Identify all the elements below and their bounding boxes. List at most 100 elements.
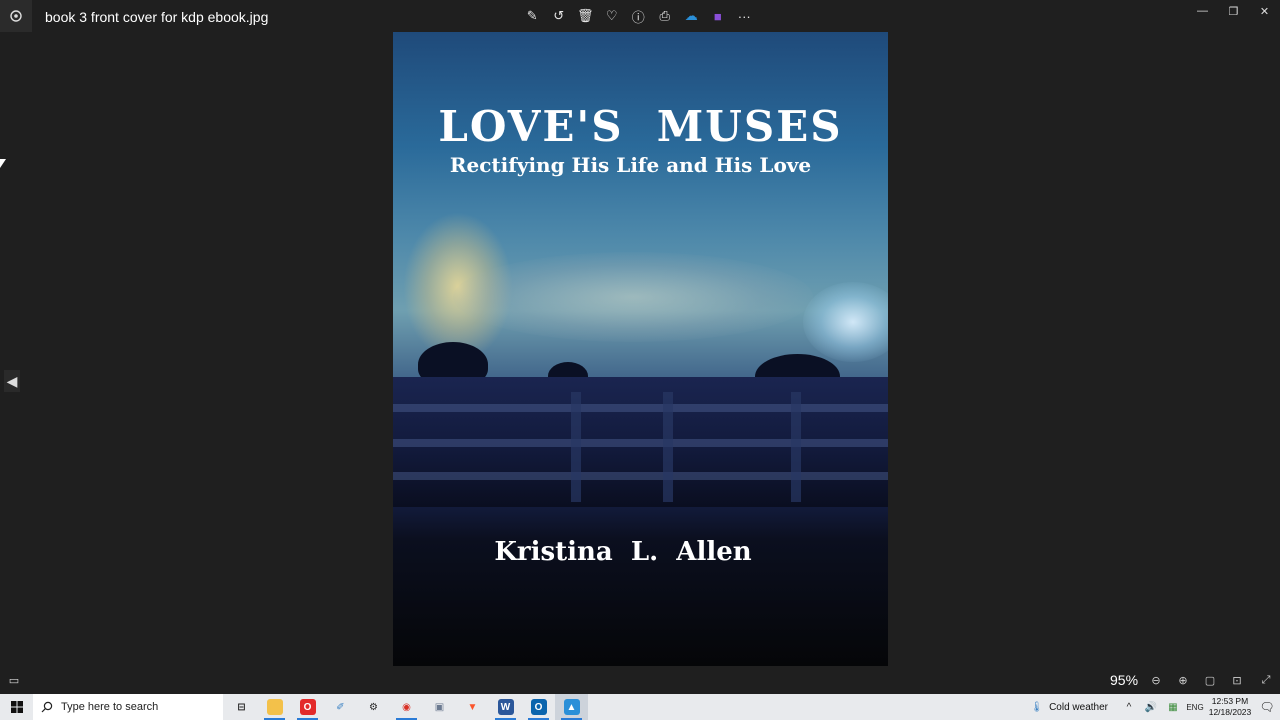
clock-date: 12/18/2023 [1208, 707, 1252, 717]
minimize-button[interactable]: — [1187, 0, 1218, 22]
edit-image-icon: ✎ [526, 8, 538, 23]
language-indicator[interactable]: ENG [1184, 694, 1206, 720]
title-bar: book 3 front cover for kdp ebook.jpg ✎ ↺ 🗑… [0, 0, 1280, 32]
fence-post [791, 392, 801, 502]
sky-cloud-glow [453, 252, 813, 342]
taskbar: ⊟▇O✐⚙◉▣▼WO▲ 🌡 Cold weather ^ 🔊 ▦ ENG 12:… [0, 694, 1280, 720]
window-title: book 3 front cover for kdp ebook.jpg [45, 9, 269, 25]
task-view-icon: ⊟ [233, 699, 250, 715]
weather-label: Cold weather [1049, 701, 1108, 713]
favorite-icon: ♡ [605, 8, 618, 23]
taskbar-photos[interactable]: ▲ [555, 694, 588, 720]
actual-size-icon: ⊡ [1232, 674, 1242, 687]
delete-button[interactable]: 🗑 [573, 4, 598, 28]
brave-icon: ▼ [464, 699, 481, 715]
fit-window-icon: ▢ [1204, 674, 1216, 687]
zoom-in-icon: ⊕ [1178, 674, 1188, 687]
filmstrip-button[interactable]: ▭ [6, 672, 22, 688]
network-button[interactable]: ▦ [1162, 694, 1184, 720]
app-icon[interactable] [0, 0, 32, 32]
taskbar-search-box[interactable] [33, 694, 223, 720]
clipchamp-icon: ■ [713, 8, 722, 24]
notification-button[interactable]: 🗨 [1254, 694, 1280, 720]
photos-app-logo-icon [10, 10, 22, 22]
rotate-icon: ↺ [553, 8, 565, 23]
paint-icon: ✐ [332, 699, 349, 715]
file-explorer-icon: ▇ [266, 699, 283, 715]
previous-image-button[interactable]: ◀ [4, 370, 20, 392]
book-cover-image[interactable]: LOVE'S MUSES Rectifying His Life and His… [393, 32, 888, 666]
fence-rail [393, 472, 888, 480]
taskbar-paint[interactable]: ✐ [324, 694, 357, 720]
mouse-cursor-icon [0, 159, 6, 168]
speaker-icon: 🔊 [1144, 701, 1158, 713]
fullscreen-button[interactable]: ⤢ [1257, 672, 1275, 688]
search-icon [41, 701, 53, 713]
taskbar-chrome[interactable]: ◉ [390, 694, 423, 720]
chevron-left-icon: ◀ [6, 372, 18, 389]
delete-icon: 🗑 [576, 8, 594, 23]
fence-post [663, 392, 673, 502]
restore-button[interactable]: ❐ [1218, 0, 1249, 22]
fence-rail [393, 439, 888, 447]
word-icon: W [497, 699, 514, 715]
clipchamp-button[interactable]: ■ [706, 4, 731, 28]
weather-icon: 🌡 [1030, 701, 1044, 713]
image-toolbar: ✎ ↺ 🗑 ♡ ⓘ ⎙ ☁ ■ ··· [520, 4, 757, 28]
image-viewer: ◀ LOVE'S MUSES Rectifying His Life and H… [0, 32, 1280, 666]
taskbar-task-view[interactable]: ⊟ [225, 694, 258, 720]
favorite-button[interactable]: ♡ [600, 4, 625, 28]
system-tray: 🌡 Cold weather ^ 🔊 ▦ ENG 12:53 PM 12/18/… [1030, 694, 1280, 720]
search-input[interactable] [61, 701, 211, 713]
app-tray-icon: ▦ [1168, 701, 1178, 713]
chevron-up-icon: ^ [1126, 701, 1132, 713]
more-options-button[interactable]: ··· [732, 4, 757, 28]
close-button[interactable]: ✕ [1249, 0, 1280, 22]
taskbar-opera[interactable]: O [291, 694, 324, 720]
settings-icon: ⚙ [365, 699, 382, 715]
taskbar-outlook[interactable]: O [522, 694, 555, 720]
clock[interactable]: 12:53 PM 12/18/2023 [1206, 696, 1254, 718]
rotate-button[interactable]: ↺ [547, 4, 572, 28]
photos-icon: ▲ [563, 699, 580, 715]
book-title: LOVE'S MUSES [438, 102, 843, 151]
taskbar-word[interactable]: W [489, 694, 522, 720]
onedrive-button[interactable]: ☁ [679, 4, 704, 28]
expand-icon: ⤢ [1261, 673, 1271, 686]
actual-size-button[interactable]: ⊡ [1228, 672, 1246, 688]
outlook-icon: O [530, 699, 547, 715]
sky-bright-cloud [803, 282, 888, 362]
show-hidden-icons-button[interactable]: ^ [1118, 694, 1140, 720]
weather-widget[interactable]: 🌡 Cold weather [1030, 702, 1118, 713]
edit-image-button[interactable]: ✎ [520, 4, 545, 28]
windows-logo-icon [10, 701, 23, 713]
book-author: Kristina L. Allen [494, 537, 752, 567]
status-bar: ▭ 95% ⊖ ⊕ ▢ ⊡ ⤢ [0, 666, 1280, 694]
onedrive-icon: ☁ [684, 8, 698, 23]
taskbar-brave[interactable]: ▼ [456, 694, 489, 720]
fit-to-window-button[interactable]: ▢ [1201, 672, 1219, 688]
chrome-icon: ◉ [398, 699, 415, 715]
taskbar-photos-app[interactable]: ▣ [423, 694, 456, 720]
fence-rail [393, 404, 888, 412]
zoom-out-button[interactable]: ⊖ [1147, 672, 1165, 688]
filmstrip-icon: ▭ [8, 674, 20, 687]
pinned-apps: ⊟ ▇ O ✐ ⚙ ◉ ▣ ▼ W O ▲ [225, 694, 588, 720]
taskbar-file-explorer[interactable]: ▇ [258, 694, 291, 720]
zoom-level[interactable]: 95% [1110, 672, 1138, 688]
book-subtitle: Rectifying His Life and His Love [449, 153, 812, 177]
photos-app-icon: ▣ [431, 699, 448, 715]
start-button[interactable] [0, 694, 33, 720]
window-controls: — ❐ ✕ [1187, 0, 1280, 22]
fence-post [571, 392, 581, 502]
print-icon: ⎙ [659, 8, 670, 23]
info-button[interactable]: ⓘ [626, 4, 651, 28]
more-options-icon: ··· [737, 8, 751, 24]
notification-icon: 🗨 [1259, 700, 1275, 714]
volume-button[interactable]: 🔊 [1140, 694, 1162, 720]
clock-time: 12:53 PM [1211, 696, 1249, 706]
zoom-out-icon: ⊖ [1151, 674, 1161, 687]
print-button[interactable]: ⎙ [653, 4, 678, 28]
taskbar-settings[interactable]: ⚙ [357, 694, 390, 720]
zoom-in-button[interactable]: ⊕ [1174, 672, 1192, 688]
